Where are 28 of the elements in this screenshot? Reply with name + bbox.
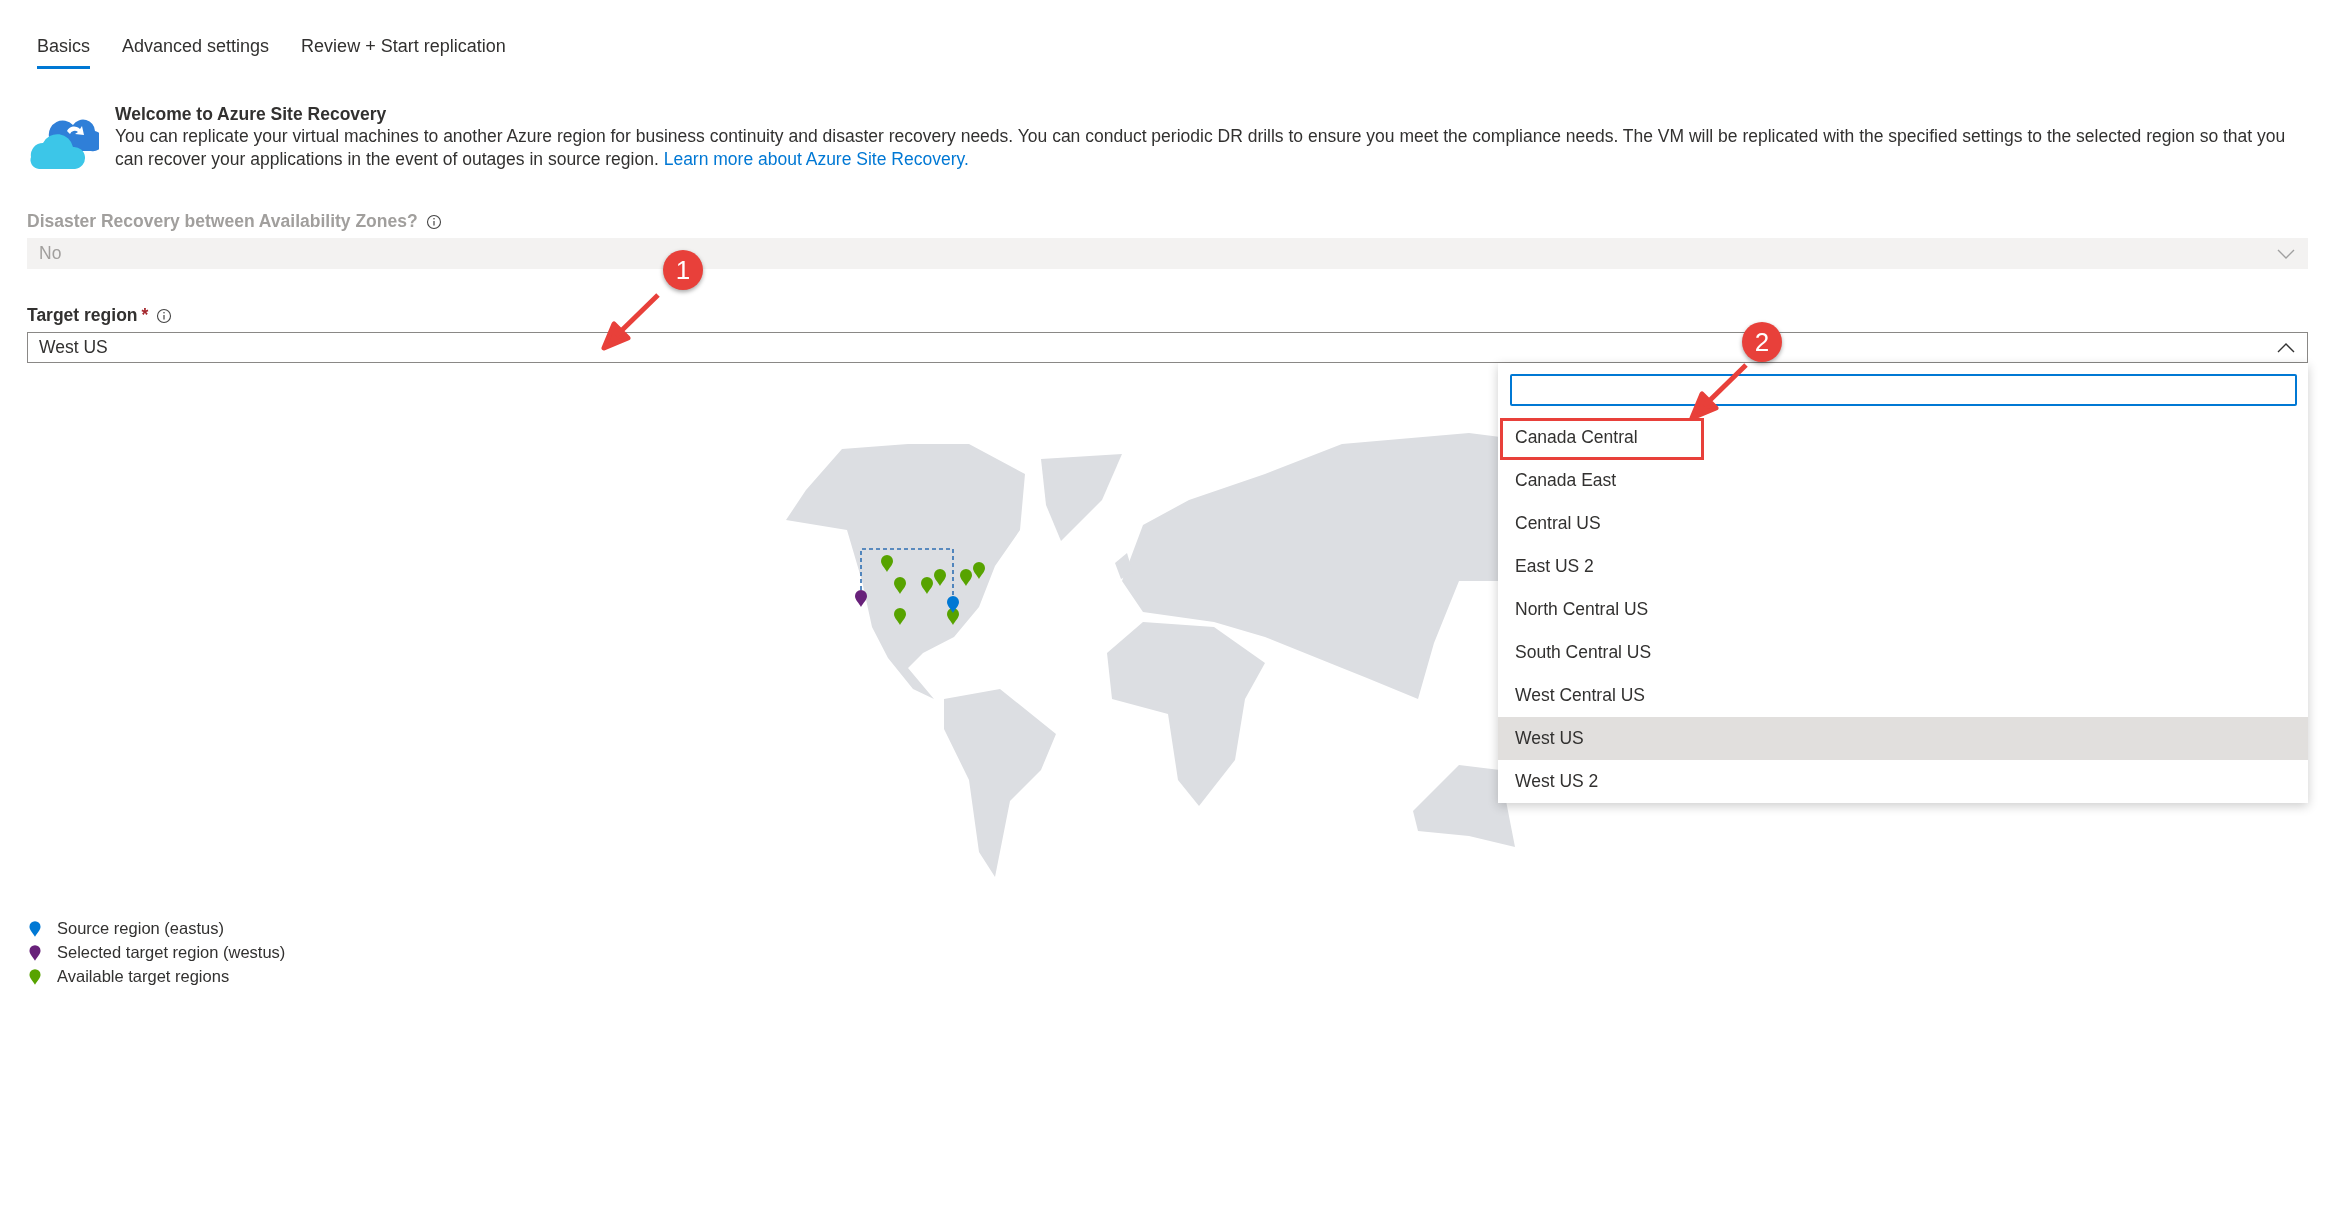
required-mark: * (141, 305, 149, 326)
tab[interactable]: Review + Start replication (301, 36, 506, 69)
dropdown-option[interactable]: West Central US (1498, 674, 2308, 717)
learn-more-link[interactable]: Learn more about Azure Site Recovery. (663, 149, 969, 169)
field-label: Target region (27, 305, 138, 326)
info-icon (156, 307, 173, 324)
dropdown-option[interactable]: South Central US (1498, 631, 2308, 674)
dropdown-option[interactable]: Canada East (1498, 459, 2308, 502)
dropdown-option[interactable]: West US (1498, 717, 2308, 760)
chevron-up-icon (2277, 341, 2295, 354)
intro-paragraph: You can replicate your virtual machines to another Azure region for business continuity and disaster recovery needs. You can conduct periodic DR drills to ensure you meet the compliance needs. The VM will be replicated with the specified settings to the selected region so that you can recover your applications in the event of outages in source region. Learn more about Azure Site Recovery. (115, 125, 2287, 171)
dropdown-option[interactable]: West US 2 (1498, 760, 2308, 803)
callout-badge: 2 (1742, 322, 1782, 362)
tab[interactable]: Advanced settings (122, 36, 270, 69)
chevron-down-icon (2277, 247, 2295, 260)
intro-title: Welcome to Azure Site Recovery (115, 103, 388, 125)
legend-label: Source region (eastus) (57, 919, 224, 938)
legend-label: Selected target region (westus) (57, 943, 286, 962)
tab[interactable]: Basics (37, 36, 90, 69)
info-icon (425, 213, 442, 230)
dropdown-option[interactable]: Central US (1498, 502, 2308, 545)
legend-label: Available target regions (57, 967, 230, 986)
dropdown-option[interactable]: East US 2 (1498, 545, 2308, 588)
dropdown-option[interactable]: Canada Central (1498, 416, 2308, 459)
dropdown-option[interactable]: North Central US (1498, 588, 2308, 631)
search-field[interactable] (1510, 374, 2297, 406)
callout-badge: 1 (663, 250, 703, 290)
field-label: Disaster Recovery between Availability Zones? (27, 211, 418, 232)
